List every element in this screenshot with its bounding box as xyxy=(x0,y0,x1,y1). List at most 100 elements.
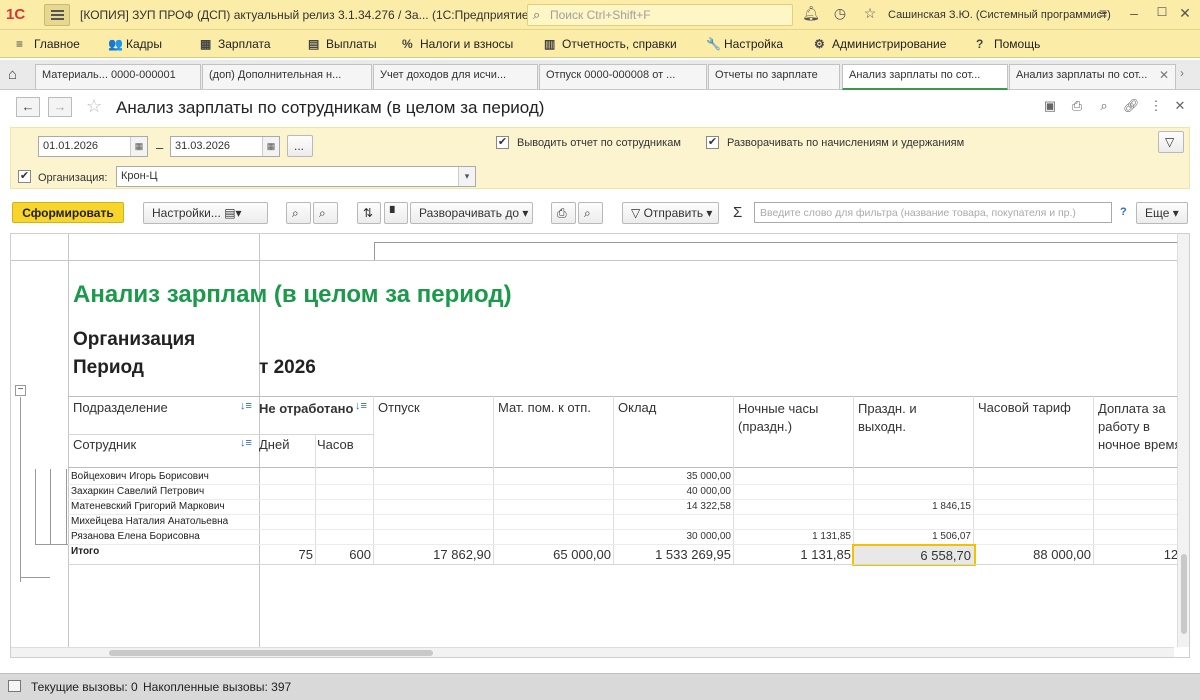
menu-item-taxes[interactable]: % Налоги и взносы xyxy=(402,37,513,51)
checkbox-by-employees[interactable]: ✔ xyxy=(496,136,509,149)
favorite-star-icon[interactable]: ☆ xyxy=(86,96,102,117)
total-extra[interactable]: 12 8 xyxy=(1093,547,1189,562)
settings-button[interactable]: Настройки... ▤▾ xyxy=(143,202,268,224)
print-icon[interactable]: ⎙ xyxy=(1069,98,1085,114)
find-next-button[interactable]: ⌕ xyxy=(313,202,338,224)
report-spreadsheet[interactable]: − Анализ зарплам (в целом за период) Орг… xyxy=(10,233,1190,658)
menu-item-admin[interactable]: ⚙ Администрирование xyxy=(814,37,946,51)
horizontal-scroll-thumb[interactable] xyxy=(109,650,433,656)
checkbox-expand[interactable]: ✔ xyxy=(706,136,719,149)
sort-icon[interactable]: ↓≡ xyxy=(240,437,252,449)
expand-to-dropdown[interactable]: Разворачивать до ▾ xyxy=(410,202,533,224)
main-menu-icon[interactable] xyxy=(44,4,70,26)
vertical-scroll-thumb[interactable] xyxy=(1181,554,1187,634)
stats-icon[interactable] xyxy=(8,680,21,692)
cell-salary[interactable]: 35 000,00 xyxy=(613,471,732,482)
calendar-icon[interactable]: ▦ xyxy=(262,137,279,156)
total-vacation[interactable]: 17 862,90 xyxy=(373,547,491,562)
home-icon[interactable]: ⌂ xyxy=(8,66,17,83)
checkbox-organization[interactable]: ✔ xyxy=(18,170,31,183)
more-dropdown[interactable]: Еще ▾ xyxy=(1136,202,1188,224)
cell-night[interactable]: 1 131,85 xyxy=(733,531,851,542)
tab-5[interactable]: Отчеты по зарплате xyxy=(708,64,840,89)
history-icon[interactable]: ◷ xyxy=(831,5,849,22)
menu-item-help[interactable]: ? Помощь xyxy=(976,37,1040,51)
save-icon[interactable]: ▣ xyxy=(1042,98,1058,114)
menu-item-main[interactable]: ≡ Главное xyxy=(16,37,80,51)
more-vertical-icon[interactable]: ⋮ xyxy=(1148,98,1164,114)
row-employee-name[interactable]: Захаркин Савелий Петрович xyxy=(71,486,204,497)
collapse-group-icon[interactable]: − xyxy=(15,385,26,396)
find-button[interactable]: ⌕ xyxy=(286,202,311,224)
date-to-field[interactable]: 31.03.2026 ▦ xyxy=(170,136,280,157)
vertical-scrollbar[interactable] xyxy=(1177,234,1189,647)
sum-icon[interactable]: Σ xyxy=(733,204,742,221)
date-from-field[interactable]: 01.01.2026 ▦ xyxy=(38,136,148,157)
bell-icon[interactable]: 🔔︎ xyxy=(802,5,820,22)
help-button[interactable]: ? xyxy=(1120,206,1127,218)
chevron-down-icon[interactable]: ▾ xyxy=(458,167,475,186)
close-form-icon[interactable]: ✕ xyxy=(1172,98,1188,114)
menu-item-payments[interactable]: ▤ Выплаты xyxy=(308,37,377,51)
sort-icon[interactable]: ↓≡ xyxy=(355,400,367,412)
global-search-input[interactable]: ⌕ Поиск Ctrl+Shift+F xyxy=(527,4,793,26)
preview-icon[interactable]: ⌕ xyxy=(1096,98,1112,114)
favorites-icon[interactable]: ☆ xyxy=(861,5,879,22)
period-picker-button[interactable]: ... xyxy=(287,135,313,157)
cell-extra[interactable]: 1 xyxy=(1093,501,1189,512)
horizontal-scrollbar[interactable] xyxy=(11,647,1174,657)
send-icon: ▽ xyxy=(631,206,641,220)
fix-header-button[interactable]: ▘ xyxy=(384,202,408,224)
menu-item-setup[interactable]: 🔧 Настройка xyxy=(706,37,783,51)
generate-report-button[interactable]: Сформировать xyxy=(12,202,124,223)
tabs-scroll-icon[interactable]: › xyxy=(1180,66,1184,80)
send-dropdown[interactable]: ▽ Отправить ▾ xyxy=(622,202,719,224)
total-days[interactable]: 75 xyxy=(259,547,313,562)
menu-item-reports[interactable]: ▥ Отчетность, справки xyxy=(544,37,677,51)
total-salary[interactable]: 1 533 269,95 xyxy=(613,547,731,562)
cell-salary[interactable]: 30 000,00 xyxy=(613,531,732,542)
menu-label: Зарплата xyxy=(218,37,271,51)
list-icon: ≡ xyxy=(16,37,24,51)
total-hours[interactable]: 600 xyxy=(315,547,371,562)
organization-select[interactable]: Крон-Ц ▾ xyxy=(116,166,476,187)
filter-input[interactable]: Введите слово для фильтра (название това… xyxy=(754,202,1112,223)
forward-button[interactable]: → xyxy=(48,97,72,117)
row-employee-name[interactable]: Войцехович Игорь Борисович xyxy=(71,471,209,482)
current-user[interactable]: Сашинская З.Ю. (Системный программист) xyxy=(888,9,1111,21)
total-hourly[interactable]: 88 000,00 xyxy=(973,547,1091,562)
cell-extra[interactable]: 1 xyxy=(1093,531,1189,542)
group-levels-button[interactable]: ⇅ xyxy=(357,202,381,224)
close-tab-icon[interactable]: ✕ xyxy=(1159,68,1169,82)
row-employee-name[interactable]: Рязанова Елена Борисовна xyxy=(71,531,200,542)
filter-settings-button[interactable]: ▽ xyxy=(1158,131,1184,153)
tab-6-active[interactable]: Анализ зарплаты по сот... xyxy=(842,64,1008,90)
preview-button[interactable]: ⌕ xyxy=(578,202,603,224)
reports-icon: ▥ xyxy=(544,37,556,51)
tab-2[interactable]: (доп) Дополнительная н... xyxy=(202,64,372,89)
settings-menu-icon[interactable]: ≡ xyxy=(1094,5,1112,21)
tab-3[interactable]: Учет доходов для исчи... xyxy=(373,64,538,89)
cell-salary[interactable]: 14 322,58 xyxy=(613,501,732,512)
cell-salary[interactable]: 40 000,00 xyxy=(613,486,732,497)
link-icon[interactable]: 🔗︎ xyxy=(1123,98,1140,114)
calendar-icon[interactable]: ▦ xyxy=(130,137,147,156)
minimize-icon[interactable]: – xyxy=(1125,5,1143,21)
sort-icon[interactable]: ↓≡ xyxy=(240,400,252,412)
maximize-icon[interactable]: ☐ xyxy=(1153,5,1171,19)
cell-holidays[interactable]: 1 846,15 xyxy=(853,501,971,512)
total-mat-help[interactable]: 65 000,00 xyxy=(493,547,611,562)
total-holidays-selected-cell[interactable]: 6 558,70 xyxy=(852,544,976,566)
cell-holidays[interactable]: 1 506,07 xyxy=(853,531,971,542)
print-button[interactable]: ⎙ xyxy=(551,202,576,224)
back-button[interactable]: ← xyxy=(16,97,40,117)
tab-7[interactable]: Анализ зарплаты по сот... ✕ xyxy=(1009,64,1176,89)
menu-item-salary[interactable]: ▦ Зарплата xyxy=(200,37,271,51)
close-icon[interactable]: ✕ xyxy=(1176,5,1194,22)
row-employee-name[interactable]: Матеневский Григорий Маркович xyxy=(71,501,225,512)
row-employee-name[interactable]: Михейцева Наталия Анатольевна xyxy=(71,516,228,527)
total-night[interactable]: 1 131,85 xyxy=(733,547,851,562)
tab-1[interactable]: Материаль... 0000-000001 xyxy=(35,64,201,89)
tab-4[interactable]: Отпуск 0000-000008 от ... xyxy=(539,64,707,89)
menu-item-hr[interactable]: 👥 Кадры xyxy=(108,37,162,51)
